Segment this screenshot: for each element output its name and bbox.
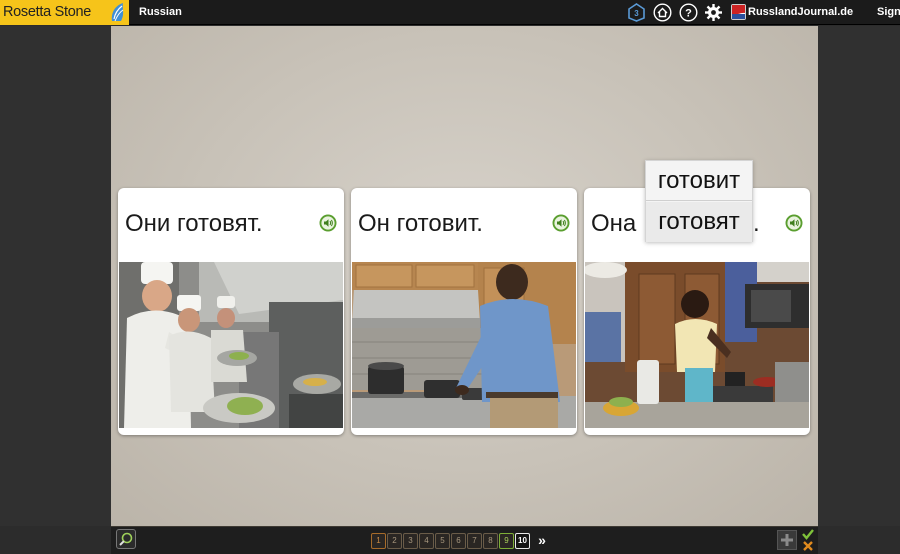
- logo-text: Rosetta Stone: [3, 4, 91, 20]
- page-button-10[interactable]: 10: [515, 533, 530, 549]
- card-sentence: Они готовят.: [125, 210, 263, 237]
- logo-stone-icon: [111, 3, 124, 22]
- woman-cooking-kitchen-photo: [585, 262, 809, 428]
- top-bar: Rosetta Stone Russian 3 ? RusslandJourna…: [0, 0, 900, 25]
- sign-in-link[interactable]: Sign: [877, 6, 900, 18]
- help-icon[interactable]: ?: [679, 3, 698, 22]
- page-button-6[interactable]: 6: [451, 533, 466, 549]
- page-button-1[interactable]: 1: [371, 533, 386, 549]
- plus-icon: [781, 534, 793, 546]
- speaker-icon[interactable]: [319, 214, 337, 232]
- page-button-4[interactable]: 4: [419, 533, 434, 549]
- rosetta-stone-logo[interactable]: Rosetta Stone: [0, 0, 129, 25]
- svg-text:3: 3: [634, 9, 639, 18]
- unit-badge-icon[interactable]: 3: [627, 3, 646, 22]
- left-margin: [0, 26, 111, 526]
- answer-card-2[interactable]: Он готовит.: [351, 188, 577, 435]
- answer-card-1[interactable]: Они готовят.: [118, 188, 344, 435]
- choice-gotovit[interactable]: готовит: [646, 161, 752, 201]
- card-sentence-start: Она: [591, 210, 637, 237]
- magnifier-button[interactable]: [116, 529, 136, 549]
- check-cross-icon[interactable]: [800, 528, 816, 552]
- word-choice-list: готовит готовят: [645, 160, 753, 242]
- magnifier-icon: [119, 532, 133, 546]
- settings-icon[interactable]: [704, 3, 723, 22]
- page-button-3[interactable]: 3: [403, 533, 418, 549]
- speaker-icon[interactable]: [552, 214, 570, 232]
- page-button-9[interactable]: 9: [499, 533, 514, 549]
- site-link[interactable]: RusslandJournal.de: [748, 6, 853, 18]
- page-button-2[interactable]: 2: [387, 533, 402, 549]
- chefs-cooking-kitchen-photo: [119, 262, 343, 428]
- course-language[interactable]: Russian: [139, 6, 182, 18]
- screen-pagination: 1 2 3 4 5 6 7 8 9 10 »: [371, 533, 550, 549]
- bottom-right-margin: [818, 526, 900, 554]
- speaker-icon[interactable]: [785, 214, 803, 232]
- page-button-5[interactable]: 5: [435, 533, 450, 549]
- svg-text:?: ?: [685, 8, 692, 20]
- page-button-8[interactable]: 8: [483, 533, 498, 549]
- home-icon[interactable]: [653, 3, 672, 22]
- site-flag-icon: [731, 4, 746, 20]
- card-sentence-end: .: [753, 210, 760, 237]
- card-sentence: Он готовит.: [358, 210, 483, 237]
- add-button[interactable]: [777, 530, 797, 550]
- man-cooking-stove-photo: [352, 262, 576, 428]
- choice-gotovyat[interactable]: готовят: [646, 202, 752, 242]
- next-screen-button[interactable]: »: [534, 533, 550, 549]
- right-margin: [818, 26, 900, 526]
- bottom-left-margin: [0, 526, 111, 554]
- page-button-7[interactable]: 7: [467, 533, 482, 549]
